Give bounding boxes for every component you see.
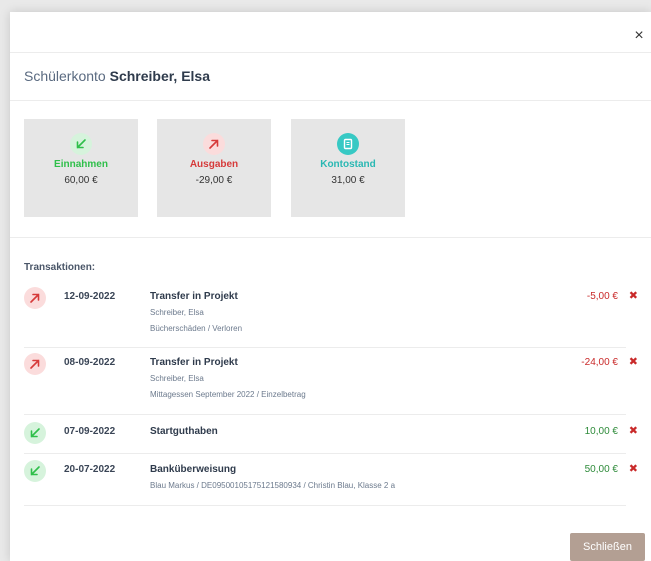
arrow-up-right-icon [24, 353, 46, 375]
transaction-row: 20-07-2022 Banküberweisung Blau Markus /… [24, 460, 638, 504]
transaction-date: 08-09-2022 [64, 357, 116, 368]
delete-icon[interactable]: ✖ [629, 355, 638, 368]
balance-card: Kontostand 31,00 € [291, 119, 405, 217]
transaction-row: 07-09-2022 Startguthaben 10,00 € ✖ [24, 422, 638, 450]
transaction-row: 12-09-2022 Transfer in Projekt Schreiber… [24, 287, 638, 347]
arrow-down-left-icon [24, 422, 46, 444]
close-button[interactable]: Schließen [570, 533, 645, 561]
summary-divider [10, 237, 651, 238]
arrow-down-left-icon [24, 460, 46, 482]
transaction-title: Transfer in Projekt [150, 291, 238, 302]
row-divider [24, 453, 626, 454]
modal-title: Schülerkonto Schreiber, Elsa [24, 68, 210, 84]
arrow-down-left-icon [70, 133, 92, 155]
transaction-detail: Schreiber, Elsa [150, 308, 204, 317]
transaction-title: Startguthaben [150, 426, 218, 437]
title-prefix: Schülerkonto [24, 68, 106, 84]
transaction-row: 08-09-2022 Transfer in Projekt Schreiber… [24, 353, 638, 413]
row-divider [24, 505, 626, 506]
transaction-detail: Bücherschäden / Verloren [150, 324, 243, 333]
row-divider [24, 347, 626, 348]
arrow-up-right-icon [24, 287, 46, 309]
account-modal: × Schülerkonto Schreiber, Elsa Einnahmen… [10, 12, 651, 561]
expenses-label: Ausgaben [189, 159, 239, 170]
row-divider [24, 414, 626, 415]
balance-icon [337, 133, 359, 155]
title-divider [10, 100, 651, 101]
income-amount: 60,00 € [64, 175, 98, 186]
arrow-up-right-icon [203, 133, 225, 155]
close-icon[interactable]: × [629, 26, 649, 46]
transaction-title: Banküberweisung [150, 464, 237, 475]
balance-amount: 31,00 € [331, 175, 365, 186]
transaction-date: 12-09-2022 [64, 291, 116, 302]
delete-icon[interactable]: ✖ [629, 289, 638, 302]
student-name: Schreiber, Elsa [109, 68, 211, 84]
transaction-detail: Schreiber, Elsa [150, 374, 204, 383]
transaction-amount: -24,00 € [581, 357, 618, 368]
income-card: Einnahmen 60,00 € [24, 119, 138, 217]
header-divider [10, 52, 651, 53]
delete-icon[interactable]: ✖ [629, 462, 638, 475]
transaction-amount: 10,00 € [584, 426, 618, 437]
transaction-detail: Mittagessen September 2022 / Einzelbetra… [150, 390, 306, 399]
transaction-detail: Blau Markus / DE09500105175121580934 / C… [150, 481, 396, 490]
expenses-card: Ausgaben -29,00 € [157, 119, 271, 217]
delete-icon[interactable]: ✖ [629, 424, 638, 437]
transaction-date: 20-07-2022 [64, 464, 116, 475]
transactions-heading: Transaktionen: [24, 262, 96, 273]
income-label: Einnahmen [54, 159, 108, 170]
transaction-amount: 50,00 € [584, 464, 618, 475]
balance-label: Kontostand [320, 159, 376, 170]
expenses-amount: -29,00 € [195, 175, 233, 186]
transaction-date: 07-09-2022 [64, 426, 116, 437]
transaction-title: Transfer in Projekt [150, 357, 238, 368]
transaction-amount: -5,00 € [586, 291, 618, 302]
